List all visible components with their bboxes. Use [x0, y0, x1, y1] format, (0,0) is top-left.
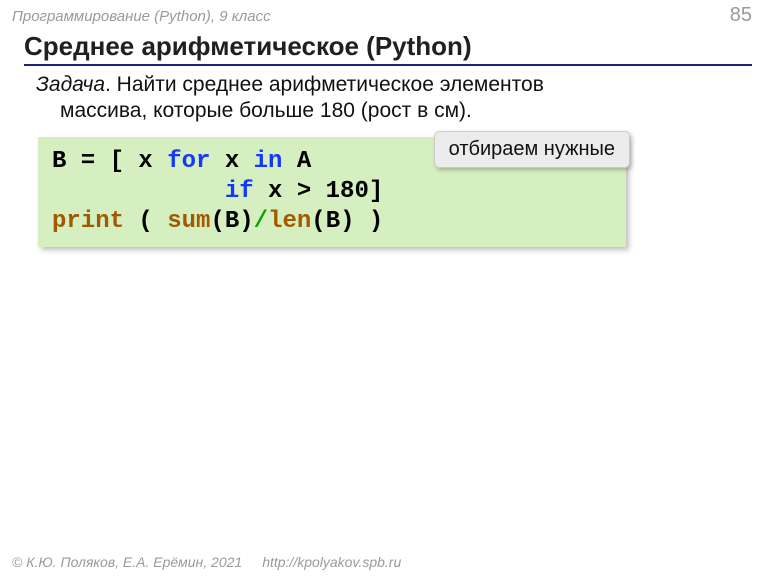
callout: отбираем нужные [434, 131, 630, 168]
slide: Программирование (Python), 9 класс 85 Ср… [0, 0, 768, 576]
footer-url: http://kpolyakov.spb.ru [262, 554, 401, 570]
course-label: Программирование (Python), 9 класс [12, 8, 271, 25]
kw-len: len [268, 208, 311, 235]
code-txt: B = [ x [52, 148, 167, 175]
code-txt: (B) [210, 208, 253, 235]
page-number: 85 [730, 4, 752, 27]
task-dot: . [105, 73, 117, 96]
code-txt: x [210, 148, 253, 175]
kw-if: if [225, 178, 254, 205]
kw-for: for [167, 148, 210, 175]
copyright: © К.Ю. Поляков, Е.А. Ерёмин, 2021 [12, 554, 242, 570]
task-line2: массива, которые больше 180 (рост в см). [60, 98, 732, 124]
code-txt: ( [124, 208, 167, 235]
task-label: Задача [36, 73, 105, 96]
kw-print: print [52, 208, 124, 235]
callout-text: отбираем нужные [449, 138, 615, 160]
page-title: Среднее арифметическое (Python) [24, 29, 752, 66]
op-slash: / [254, 208, 268, 235]
task-line1: Найти среднее арифметическое элементов [117, 73, 544, 96]
kw-sum: sum [167, 208, 210, 235]
task-text: Задача. Найти среднее арифметическое эле… [36, 72, 732, 125]
slide-footer: © К.Ю. Поляков, Е.А. Ерёмин, 2021 http://… [0, 550, 768, 576]
code-block-wrap: B = [ x for x in A if x > 180] print ( s… [38, 137, 626, 247]
code-txt: (B) ) [311, 208, 383, 235]
code-txt: x > 180] [254, 178, 384, 205]
code-txt: A [282, 148, 325, 175]
code-pad [52, 178, 225, 205]
slide-header: Программирование (Python), 9 класс 85 [0, 0, 768, 29]
kw-in: in [254, 148, 283, 175]
